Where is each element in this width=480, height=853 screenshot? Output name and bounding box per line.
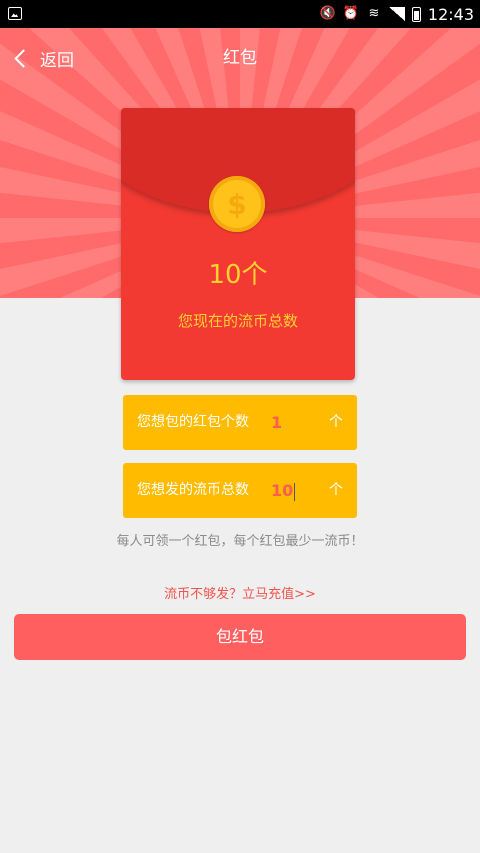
dollar-icon: $ [227,187,247,221]
wifi-icon: ≋ [368,6,380,21]
battery-icon [411,6,421,22]
red-envelope-card: $ 10个 您现在的流币总数 [121,108,355,380]
coin-total-input[interactable]: 10 [271,481,293,500]
wrap-envelope-button[interactable]: 包红包 [14,614,466,660]
alarm-icon: ⏰ [342,6,360,21]
coin-total-label: 您想发的流币总数 [137,482,249,498]
status-bar: 🔇 ⏰ ≋ 12:43 [0,0,480,28]
envelope-count-field[interactable]: 您想包的红包个数 1 个 [123,395,357,450]
envelope-count-input[interactable]: 1 [271,395,299,450]
image-icon [8,7,22,20]
envelope-count-label: 您想包的红包个数 [137,414,249,430]
balance-amount: 10个 [208,260,268,290]
coin-icon: $ [209,176,265,232]
rule-text: 每人可领一个红包，每个红包最少一流币！ [116,534,364,549]
envelope-count-unit: 个 [329,414,343,430]
text-cursor [294,482,296,501]
recharge-link[interactable]: 流币不够发？立马充值>> [0,583,480,602]
status-time: 12:43 [427,4,474,24]
coin-total-unit: 个 [329,482,343,498]
balance-caption: 您现在的流币总数 [177,312,298,330]
coin-total-field[interactable]: 您想发的流币总数 10 个 [123,463,357,518]
mute-icon: 🔇 [319,6,337,21]
status-icons: 🔇 ⏰ ≋ 12:43 [320,0,474,28]
signal-icon [388,7,405,21]
coin-total-input-wrap[interactable]: 10 [271,463,299,518]
nav-bar: 返回 红包 [0,28,480,88]
page-title: 红包 [223,48,257,68]
